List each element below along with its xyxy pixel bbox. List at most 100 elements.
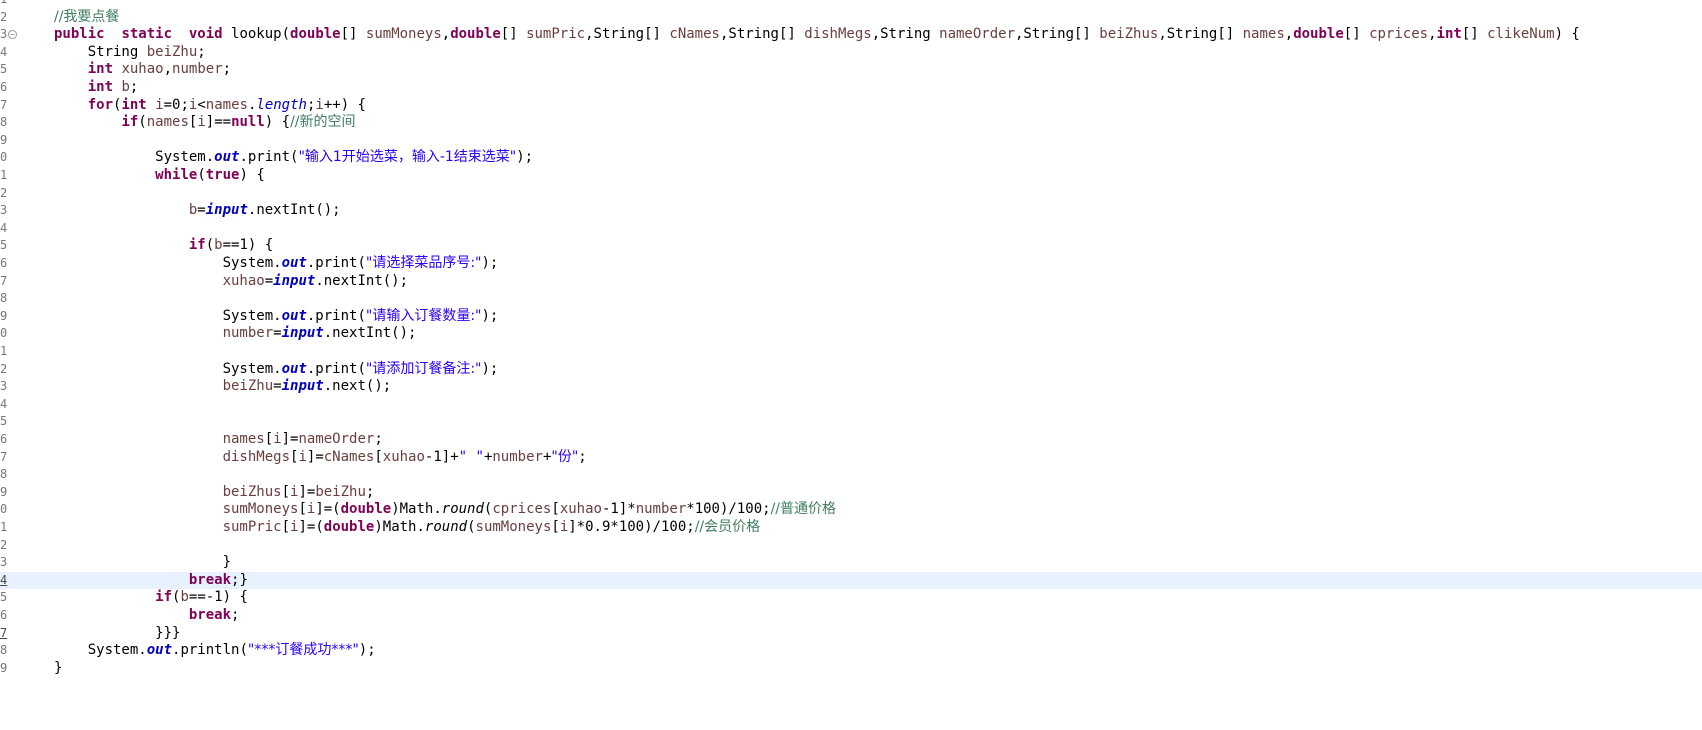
code-token: [ [298,501,307,518]
code-text: dishMegs[i]=cNames[xuhao-1]+" "+number+"… [54,449,587,467]
line-number: 2 [0,185,8,200]
code-token: ; [129,79,139,95]
fold-collapse-icon[interactable]: − [8,30,17,40]
line-number: 3 [0,203,8,218]
code-text: System.out.print("请输入订餐数量:"); [54,308,499,326]
code-token: [ [551,519,560,535]
code-line[interactable]: 1 [0,343,1702,361]
code-line[interactable]: 4 [0,396,1702,414]
code-line[interactable]: 6 names[i]=nameOrder; [0,431,1702,449]
code-line[interactable]: 6 int b; [0,79,1702,97]
line-number: 6 [0,432,8,446]
code-line[interactable]: 5 if(b==-1) { [0,589,1702,607]
code-token: //会员价格 [694,519,761,535]
code-line[interactable]: 2 [0,185,1702,203]
code-line[interactable]: 9 System.out.print("请输入订餐数量:"); [0,308,1702,326]
code-token: "请添加订餐备注:" [365,360,482,377]
code-token: }}} [54,624,181,641]
code-token: [ [264,431,274,447]
code-token: i [315,96,324,113]
code-token: round [424,519,468,535]
code-token: ]=( [298,519,324,535]
code-token: lookup( [222,26,291,43]
code-text: break; [54,607,240,625]
code-token: "请选择菜品序号:" [365,255,482,271]
code-line[interactable]: 0 System.out.print("输入1开始选菜，输入-1结束选菜"); [0,149,1702,167]
code-line[interactable]: 8 [0,290,1702,308]
code-line[interactable]: 2 [0,537,1702,555]
code-line[interactable]: 1 [0,0,1702,9]
code-text: } [54,660,62,678]
code-line[interactable]: 9} [0,660,1702,678]
code-line[interactable]: 7 for(int i=0;i<names.length;i++) { [0,97,1702,115]
code-token: public [54,26,105,43]
code-token: ; [197,43,206,60]
code-text: //我要点餐 [54,9,119,27]
code-line[interactable]: 8 [0,466,1702,484]
code-token: cprices [492,501,552,518]
code-line[interactable]: 4 [0,220,1702,238]
line-number: 2 [0,361,8,376]
code-line[interactable]: 2 //我要点餐 [0,9,1702,27]
code-line[interactable]: 6 break; [0,607,1702,625]
code-line[interactable]: 6 System.out.print("请选择菜品序号:"); [0,255,1702,273]
code-editor[interactable]: 12//我要点餐3−public static void lookup(doub… [0,0,1702,730]
code-line[interactable]: 5 [0,413,1702,431]
code-line[interactable]: 3 b=input.nextInt(); [0,202,1702,220]
code-line[interactable]: 5 int xuhao,number; [0,61,1702,79]
code-line[interactable]: 1 while(true) { [0,167,1702,185]
code-token: nameOrder [939,26,1015,43]
code-token: //普通价格 [770,501,836,518]
code-line[interactable]: 2 System.out.print("请添加订餐备注:"); [0,361,1702,379]
code-token: xuhao [222,272,265,289]
code-line[interactable]: 1 sumPric[i]=(double)Math.round(sumMoney… [0,519,1702,537]
code-line[interactable]: 9 [0,132,1702,150]
code-line[interactable]: 5 if(b==1) { [0,237,1702,255]
code-line[interactable]: 0 sumMoneys[i]=(double)Math.round(cprice… [0,501,1702,519]
line-number: 8 [0,643,8,658]
code-line[interactable]: 8 System.out.println("***订餐成功***"); [0,642,1702,660]
code-token: dishMegs [804,26,872,43]
code-token: = [273,378,282,395]
code-line[interactable]: 3 } [0,554,1702,572]
code-text: break;} [54,572,248,590]
code-line[interactable]: 3 beiZhu=input.next(); [0,378,1702,396]
code-line[interactable]: 8 if(names[i]==null) {//新的空间 [0,114,1702,132]
code-line[interactable]: 7 }}} [0,625,1702,643]
line-number: 7 [0,273,8,288]
line-number: 1 [0,344,8,358]
code-token: -1]* [601,501,636,518]
code-line[interactable]: 9 beiZhus[i]=beiZhu; [0,484,1702,502]
code-token: input [281,325,324,342]
code-token: double [340,501,392,518]
code-token: ]*0.9*100)/100; [568,519,695,535]
code-token: [ [281,483,291,500]
code-text: if(b==1) { [54,237,273,255]
code-line[interactable]: 7 dishMegs[i]=cNames[xuhao-1]+" "+number… [0,449,1702,467]
code-token: ); [481,255,499,271]
code-text: names[i]=nameOrder; [54,431,383,449]
code-line[interactable]: 7 xuhao=input.nextInt(); [0,273,1702,291]
code-token: break [188,571,232,588]
code-line[interactable]: 4 String beiZhu; [0,44,1702,62]
code-text: beiZhus[i]=beiZhu; [54,483,375,502]
line-number: 7 [0,625,8,640]
code-token: ==1) { [222,237,274,254]
code-line[interactable]: 4 break;} [0,571,1702,590]
code-token: } [54,659,63,676]
code-text: System.out.print("请选择菜品序号:"); [54,255,499,273]
code-line[interactable]: 0 number=input.nextInt(); [0,325,1702,343]
code-token: //新的空间 [290,114,356,131]
code-token: *100)/100; [686,501,771,518]
code-line[interactable]: 3− public static void lookup(double[] sum… [0,26,1702,44]
code-token: [ [281,519,291,535]
